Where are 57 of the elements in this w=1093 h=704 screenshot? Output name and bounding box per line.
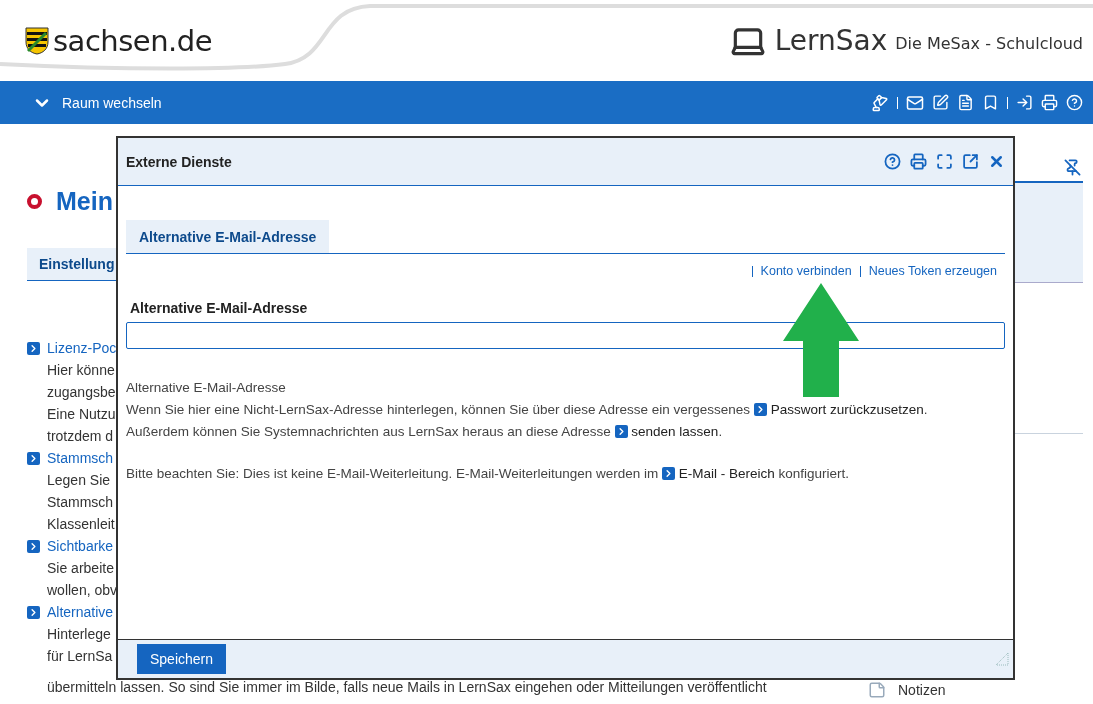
save-button[interactable]: Speichern — [137, 644, 227, 674]
notes-link[interactable]: Notizen — [860, 681, 1093, 699]
field-label: Alternative E-Mail-Adresse — [130, 300, 309, 316]
section-text: Hier könne — [47, 361, 115, 380]
chevron-icon — [27, 341, 40, 355]
tagline: Die MeSax - Schulcloud — [895, 34, 1083, 53]
dialog-tab[interactable]: Alternative E-Mail-Adresse — [126, 220, 330, 253]
chevron-icon — [27, 451, 40, 465]
section-text: für LernSa — [47, 647, 113, 666]
login-icon[interactable] — [1016, 94, 1033, 111]
chevron-icon — [614, 425, 628, 438]
print-icon[interactable] — [1041, 94, 1058, 111]
coat-of-arms-icon — [25, 26, 49, 55]
section-text: Klassenleit — [47, 515, 115, 534]
section-text: Stammsch — [47, 493, 114, 512]
document-icon[interactable] — [957, 94, 974, 111]
mail-icon[interactable] — [906, 93, 924, 112]
section-text: übermitteln lassen. So sind Sie immer im Bilde, falls neue Mails in LernSax eingehen oder Mitteilungen veröffentlicht — [47, 679, 767, 696]
edit-icon[interactable] — [932, 94, 949, 111]
external-link-icon[interactable] — [962, 153, 979, 170]
section-text: Sie arbeite — [47, 559, 114, 578]
help-link[interactable]: Passwort zurückzusetzen — [753, 402, 924, 417]
close-icon[interactable] — [988, 153, 1005, 170]
page-heading: Mein — [56, 187, 113, 216]
unpin-icon[interactable] — [1064, 159, 1081, 176]
section-text: Hinterlege — [47, 625, 111, 644]
action-link[interactable]: Neues Token erzeugen — [868, 264, 997, 278]
chevron-icon — [27, 605, 40, 619]
section-text: zugangsbe — [47, 383, 116, 402]
chevron-icon — [662, 467, 675, 480]
section-link[interactable]: Alternative — [27, 601, 860, 623]
section-text: Legen Sie — [47, 471, 111, 490]
section-text: trotzdem d — [47, 427, 114, 446]
bookmark-icon[interactable] — [982, 94, 999, 111]
chevron-icon — [27, 539, 40, 553]
maximize-icon[interactable] — [936, 153, 953, 170]
site-logo: sachsen.de — [53, 23, 212, 58]
help-paragraph: Wenn Sie hier eine Nicht-LernSax-Adresse hinterlegen, können Sie über diese Adresse ein vergessenes Passwort zurückzusetzen. Außerdem können Sie Systemnachrichten aus LernSax heraus an diese Adresse senden lassen. — [126, 401, 929, 441]
section-text: wollen, obv — [47, 581, 118, 600]
chevron-icon — [753, 403, 767, 416]
app-name: LernSax — [774, 24, 888, 57]
help-title: Alternative E-Mail-Adresse — [126, 379, 287, 397]
dialog-title: Externe Dienste — [126, 153, 232, 170]
settings-tab[interactable]: Einstellung — [27, 248, 116, 281]
note-icon — [868, 681, 886, 699]
email-input-field[interactable] — [126, 322, 1005, 349]
help-link[interactable]: E-Mail - Bereich — [662, 466, 775, 481]
resize-grip-icon[interactable] — [995, 652, 1009, 666]
print-icon[interactable] — [910, 153, 927, 170]
section-link[interactable]: Lizenz-Poc — [27, 337, 860, 359]
help-icon[interactable] — [884, 153, 901, 170]
section-link[interactable]: Sichtbarke — [27, 535, 860, 557]
action-link[interactable]: Konto verbinden — [760, 264, 852, 278]
desk-lamp-icon[interactable] — [871, 93, 889, 112]
section-text: Eine Nutzu — [47, 405, 116, 424]
bullet-icon — [27, 194, 42, 209]
room-switch-button[interactable]: Raum wechseln — [32, 92, 162, 113]
